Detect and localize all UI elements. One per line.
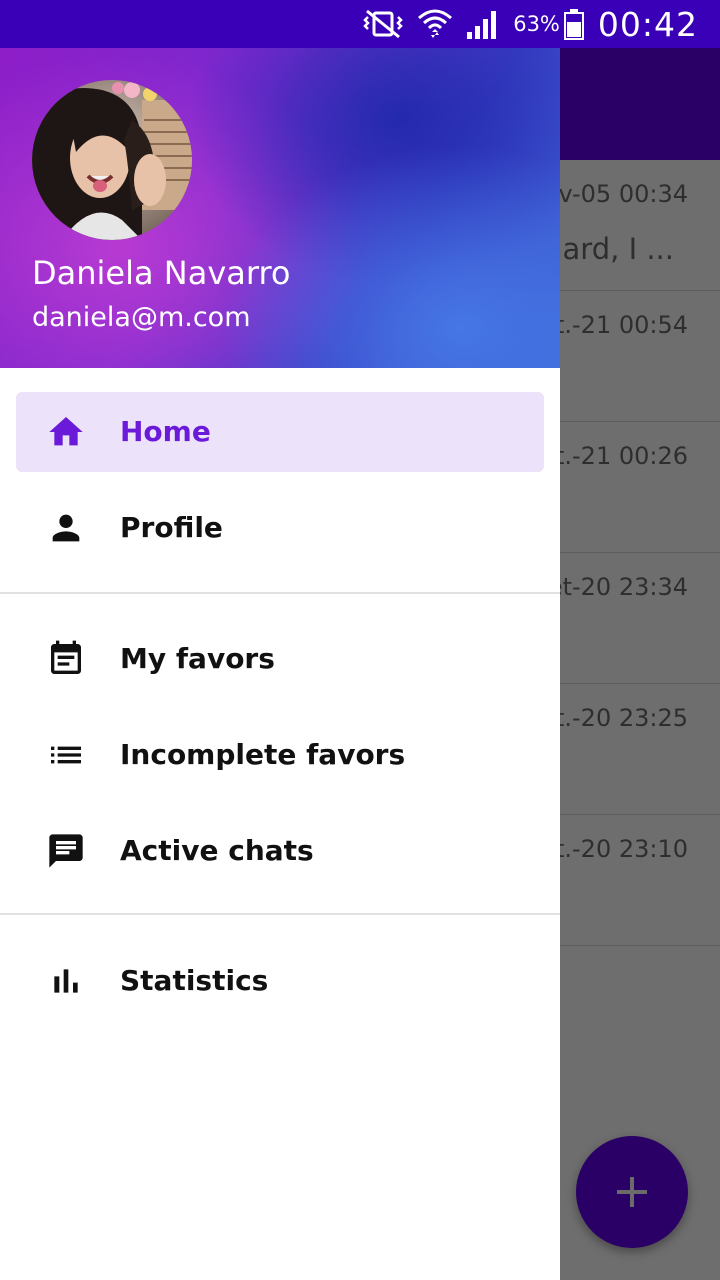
person-icon	[46, 508, 86, 548]
navigation-drawer: Daniela Navarro daniela@m.com Home Profi…	[0, 48, 560, 1280]
user-email: daniela@m.com	[32, 302, 251, 333]
drawer-header: Daniela Navarro daniela@m.com	[0, 48, 560, 368]
menu-item-statistics[interactable]: Statistics	[16, 941, 544, 1021]
wifi-icon	[417, 8, 453, 40]
menu-item-label: Incomplete favors	[120, 738, 406, 771]
chat-icon	[46, 831, 86, 871]
avatar[interactable]	[32, 80, 192, 240]
menu-item-label: Home	[120, 415, 211, 448]
plus-icon	[617, 1177, 647, 1207]
menu-divider	[0, 913, 560, 915]
menu-item-profile[interactable]: Profile	[16, 488, 544, 568]
menu-item-active-chats[interactable]: Active chats	[16, 811, 544, 891]
menu-divider	[0, 592, 560, 594]
status-bar: 63% 00:42	[0, 0, 720, 48]
battery-percent: 63%	[513, 12, 560, 36]
menu-item-home[interactable]: Home	[16, 392, 544, 472]
home-icon	[46, 412, 86, 452]
menu-item-label: My favors	[120, 642, 275, 675]
list-icon	[46, 735, 86, 775]
battery-icon	[563, 8, 584, 40]
bar-chart-icon	[46, 961, 86, 1001]
menu-item-incomplete-favors[interactable]: Incomplete favors	[16, 715, 544, 795]
menu-item-my-favors[interactable]: My favors	[16, 619, 544, 699]
status-clock: 00:42	[597, 4, 698, 44]
signal-icon	[465, 8, 501, 40]
user-name: Daniela Navarro	[32, 254, 291, 292]
add-favor-button[interactable]	[576, 1136, 688, 1248]
menu-item-label: Active chats	[120, 834, 314, 867]
menu-item-label: Profile	[120, 511, 223, 544]
event-note-icon	[46, 639, 86, 679]
menu-item-label: Statistics	[120, 964, 269, 997]
vibrate-icon	[361, 9, 405, 39]
